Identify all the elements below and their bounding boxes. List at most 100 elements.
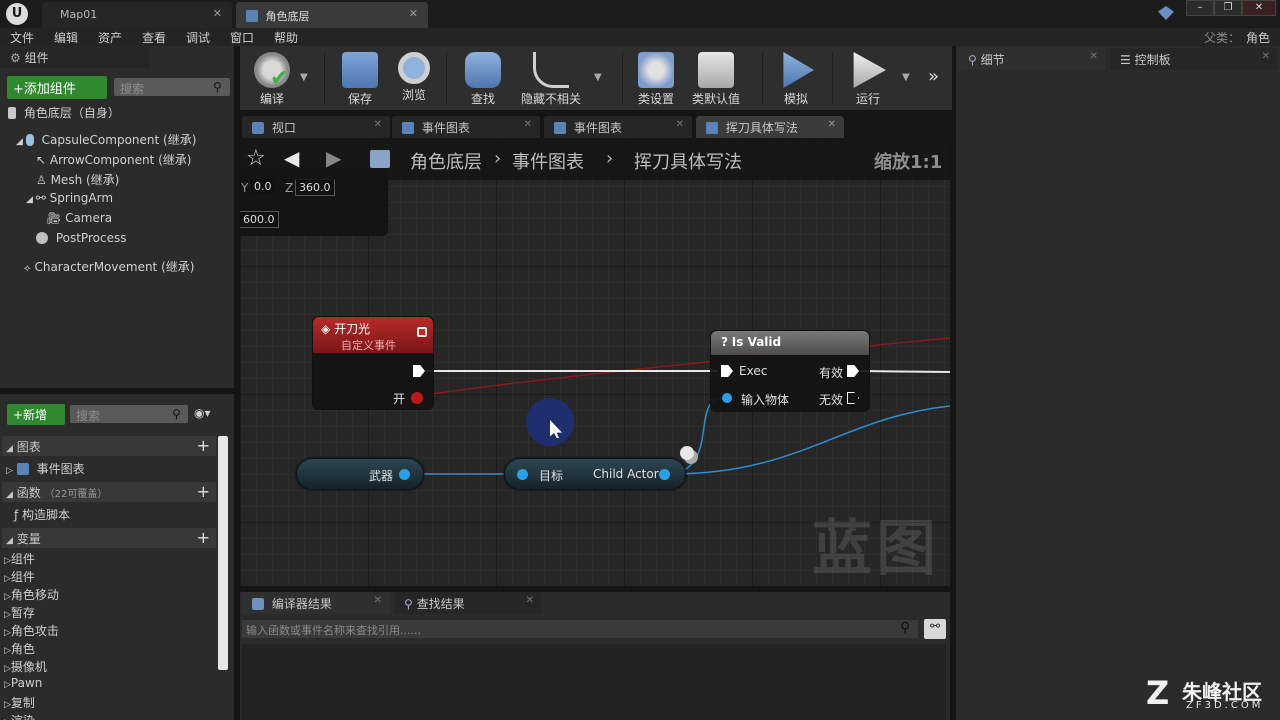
close-icon[interactable]: ✕	[409, 7, 418, 20]
add-component-button[interactable]: +添加组件	[7, 76, 107, 99]
weapon-out-pin[interactable]	[399, 469, 410, 480]
close-icon[interactable]: ✕	[374, 119, 382, 130]
add-variable-icon[interactable]: +	[197, 528, 210, 547]
add-new-button[interactable]: +新增	[7, 404, 65, 425]
custom-event-node[interactable]: ◈ 开刀光 自定义事件 开	[312, 316, 434, 410]
tree-item-springarm[interactable]: ◢ ⚯ SpringArm	[26, 191, 113, 211]
graphs-section[interactable]: ◢ 图表 +	[2, 436, 216, 456]
tab-event-graph-1[interactable]: 事件图表 ✕	[392, 116, 540, 138]
close-window-button[interactable]: ✕	[1242, 0, 1276, 16]
menu-debug[interactable]: 调试	[186, 29, 210, 46]
category-item[interactable]: ▷复制	[4, 694, 59, 712]
close-icon[interactable]: ✕	[213, 7, 222, 20]
toolbar-overflow-icon[interactable]: »	[928, 66, 939, 87]
child-actor-node[interactable]: 目标 Child Actor	[504, 458, 686, 490]
exec-in-pin[interactable]	[721, 365, 733, 377]
add-graph-icon[interactable]: +	[197, 436, 210, 455]
graph-canvas[interactable]: Y 0.0 Z 360.0 600.0 ☆ ◀ ▶ 角色底层 › 事件图表 › …	[240, 138, 950, 586]
scrollbar[interactable]	[218, 436, 228, 670]
favorite-star-icon[interactable]: ☆	[246, 146, 266, 171]
category-item[interactable]: ▷渲染	[4, 712, 59, 720]
invalid-out-pin[interactable]	[847, 392, 859, 404]
is-valid-node[interactable]: ? Is Valid Exec 有效 输入物体 无效	[710, 330, 870, 412]
expand-icon[interactable]: ◢	[26, 195, 36, 205]
menu-edit[interactable]: 编辑	[54, 29, 78, 46]
minimize-button[interactable]: –	[1186, 0, 1214, 16]
category-item[interactable]: ▷暂存	[4, 604, 59, 622]
find-in-blueprints-button[interactable]: ⚯	[924, 619, 946, 639]
back-arrow-icon[interactable]: ◀	[284, 146, 299, 170]
value-field[interactable]: 600.0	[240, 211, 279, 228]
category-item[interactable]: ▷Pawn	[4, 676, 59, 694]
z-field[interactable]: 360.0	[295, 179, 335, 196]
tree-item-capsule[interactable]: ◢ CapsuleComponent (继承)	[16, 131, 196, 151]
close-icon[interactable]: ✕	[526, 595, 534, 606]
tab-compiler-results[interactable]: 编译器结果 ✕	[242, 592, 390, 614]
breadcrumb-event-graph[interactable]: 事件图表	[512, 148, 584, 174]
tree-item-camera[interactable]: 🎥︎ Camera	[46, 211, 112, 231]
tab-swing-sword[interactable]: 挥刀具体写法 ✕	[696, 116, 844, 138]
hide-dropdown-icon[interactable]: ▼	[594, 72, 602, 83]
reroute-knot[interactable]	[680, 446, 694, 460]
menu-window[interactable]: 窗口	[230, 29, 254, 46]
root-component[interactable]: 角色底层（自身）	[8, 104, 120, 124]
target-in-pin[interactable]	[517, 469, 528, 480]
y-field[interactable]: 0.0	[251, 179, 275, 194]
variables-section[interactable]: ◢ 变量 +	[2, 528, 216, 548]
category-item[interactable]: ▷组件	[4, 568, 59, 586]
breadcrumb-current[interactable]: 挥刀具体写法	[634, 148, 742, 174]
parent-class-value[interactable]: 角色	[1246, 29, 1270, 46]
maximize-button[interactable]: ❐	[1214, 0, 1242, 16]
close-icon[interactable]: ✕	[374, 595, 382, 606]
source-control-icon[interactable]	[1158, 6, 1174, 20]
tab-viewport[interactable]: 视口 ✕	[242, 116, 390, 138]
delegate-pin-icon[interactable]	[417, 327, 427, 337]
tree-item-arrow[interactable]: ↖ ArrowComponent (继承)	[36, 151, 191, 171]
tab-details[interactable]: ⚲ 细节 ✕	[958, 48, 1106, 70]
expand-icon[interactable]: ◢	[16, 137, 26, 147]
mybp-search-input[interactable]: 搜索	[70, 405, 188, 423]
tab-find-results[interactable]: ⚲ 查找结果 ✕	[394, 592, 542, 614]
compile-dropdown-icon[interactable]: ▼	[300, 72, 308, 83]
category-item[interactable]: ▷角色	[4, 640, 59, 658]
hide-unrelated-button[interactable]: 隐藏不相关	[516, 46, 586, 110]
simulate-button[interactable]: 模拟	[766, 46, 826, 110]
category-item[interactable]: ▷角色移动	[4, 586, 59, 604]
search-icon[interactable]: ⚲	[900, 620, 910, 636]
find-button[interactable]: 查找	[453, 46, 513, 110]
tab-map01[interactable]: Map01 ✕	[42, 2, 232, 28]
event-graph-item[interactable]: ▷ 事件图表	[6, 460, 85, 480]
tab-palette[interactable]: ☰ 控制板 ✕	[1110, 48, 1278, 70]
menu-asset[interactable]: 资产	[98, 29, 122, 46]
close-icon[interactable]: ✕	[524, 119, 532, 130]
breadcrumb-blueprint[interactable]: 角色底层	[410, 148, 482, 174]
class-defaults-button[interactable]: 类默认值	[686, 46, 746, 110]
find-results-input[interactable]: 输入函数或事件名称来查找引用......	[242, 620, 918, 638]
weapon-variable-node[interactable]: 武器	[296, 458, 424, 490]
close-icon[interactable]: ✕	[1262, 51, 1270, 62]
tree-item-postprocess[interactable]: PostProcess	[36, 231, 126, 251]
close-icon[interactable]: ✕	[676, 119, 684, 130]
menu-view[interactable]: 查看	[142, 29, 166, 46]
child-actor-out-pin[interactable]	[659, 469, 670, 480]
play-button[interactable]: 运行	[838, 46, 898, 110]
compile-button[interactable]: ✔ 编译	[242, 46, 302, 110]
close-icon[interactable]: ✕	[1090, 51, 1098, 62]
tab-blueprint[interactable]: 角色底层 ✕	[236, 2, 428, 28]
menu-help[interactable]: 帮助	[274, 29, 298, 46]
tree-item-mesh[interactable]: ♙ Mesh (继承)	[36, 171, 119, 191]
tree-item-charmovement[interactable]: ⟡ CharacterMovement (继承)	[24, 258, 194, 278]
unreal-logo-icon[interactable]: U	[6, 3, 28, 25]
menu-file[interactable]: 文件	[10, 29, 34, 46]
exec-out-pin[interactable]	[413, 365, 425, 377]
object-in-pin[interactable]	[722, 393, 732, 403]
valid-out-pin[interactable]	[847, 365, 859, 377]
forward-arrow-icon[interactable]: ▶	[326, 146, 341, 170]
category-item[interactable]: ▷角色攻击	[4, 622, 59, 640]
play-dropdown-icon[interactable]: ▼	[902, 72, 910, 83]
bool-out-pin[interactable]	[411, 392, 423, 404]
tab-event-graph-2[interactable]: 事件图表 ✕	[544, 116, 692, 138]
browse-button[interactable]: 浏览	[384, 46, 444, 110]
category-item[interactable]: ▷摄像机	[4, 658, 59, 676]
category-item[interactable]: ▷组件	[4, 550, 59, 568]
